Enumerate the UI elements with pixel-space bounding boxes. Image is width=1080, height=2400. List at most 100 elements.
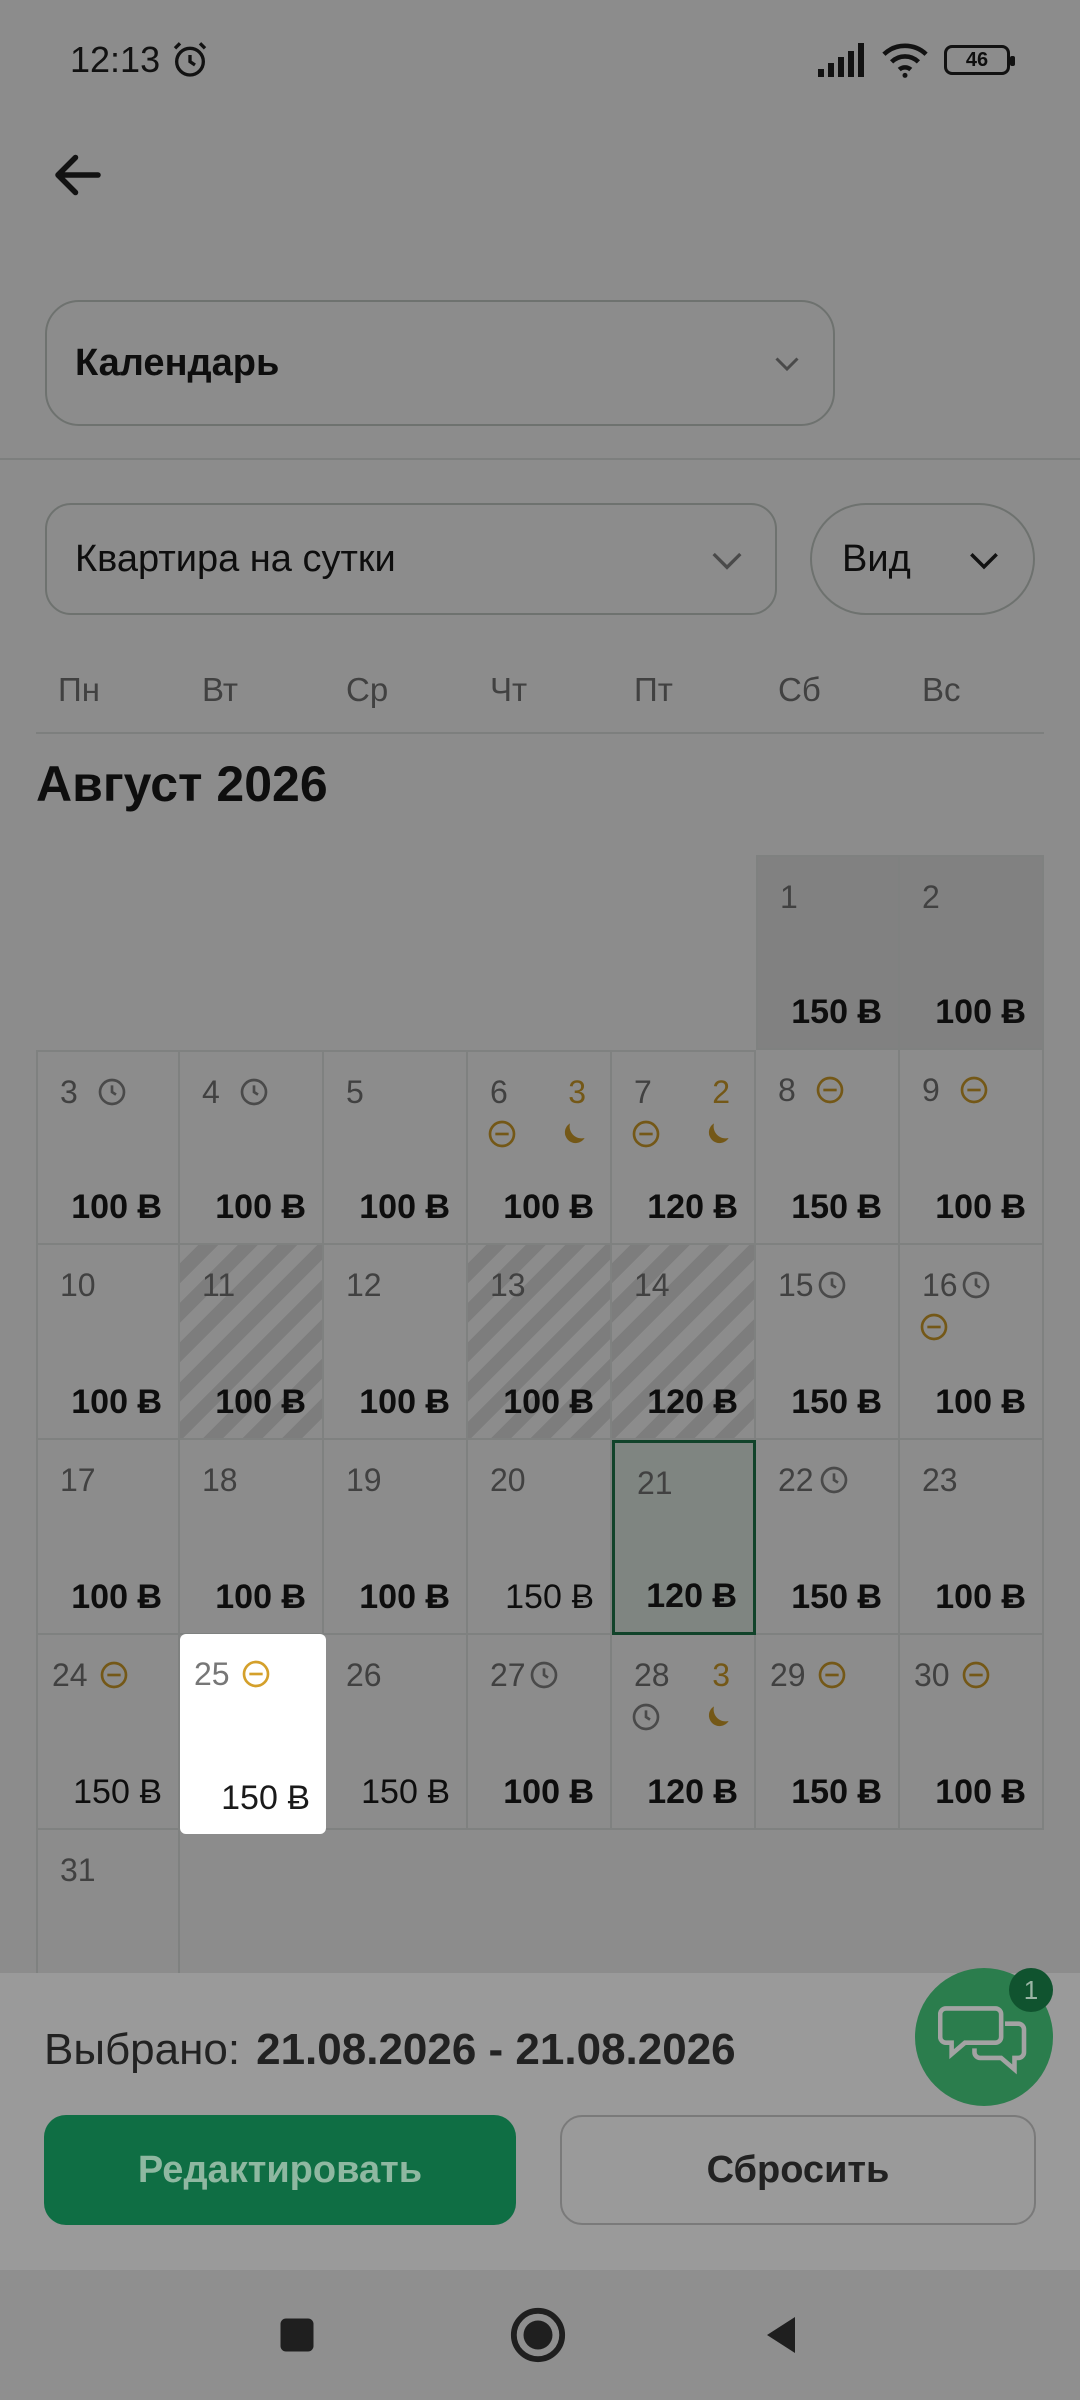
day-number: 30 <box>914 1657 950 1693</box>
empty-cell <box>468 855 612 1050</box>
calendar-mode-dropdown[interactable]: Календарь <box>45 300 835 426</box>
empty-cell <box>324 855 468 1050</box>
day-price: 100 Ƀ <box>935 1188 1026 1226</box>
day-cell-9[interactable]: 9 100 Ƀ <box>900 1050 1044 1245</box>
day-cell-24[interactable]: 24 150 Ƀ <box>36 1635 180 1830</box>
day-cell-3[interactable]: 3 100 Ƀ <box>36 1050 180 1245</box>
day-number: 1 <box>780 879 798 915</box>
empty-cell <box>36 855 180 1050</box>
empty-cell <box>612 855 756 1050</box>
nights-count: 3 <box>568 1074 586 1110</box>
day-cell-11[interactable]: 11 100 Ƀ <box>180 1245 324 1440</box>
day-cell-2[interactable]: 2 100 Ƀ <box>900 855 1044 1050</box>
day-cell-19[interactable]: 19 100 Ƀ <box>324 1440 468 1635</box>
day-cell-6[interactable]: 6 3 100 Ƀ <box>468 1050 612 1245</box>
home-icon[interactable] <box>509 2306 567 2364</box>
day-cell-10[interactable]: 10 100 Ƀ <box>36 1245 180 1440</box>
weekday-label: Ср <box>346 671 389 708</box>
day-number: 10 <box>60 1267 96 1303</box>
view-label: Вид <box>842 537 911 580</box>
day-number: 25 <box>194 1656 230 1692</box>
day-number: 17 <box>60 1462 96 1498</box>
clock-icon <box>632 1703 660 1731</box>
clock-time: 12:13 <box>70 39 161 80</box>
day-price: 150 Ƀ <box>791 1578 882 1616</box>
day-number: 15 <box>778 1267 814 1303</box>
day-cell-17[interactable]: 17 100 Ƀ <box>36 1440 180 1635</box>
day-cell-30[interactable]: 30 100 Ƀ <box>900 1635 1044 1830</box>
day-price: 100 Ƀ <box>359 1578 450 1616</box>
weekday-label: Сб <box>778 671 821 708</box>
reset-button[interactable]: Сбросить <box>560 2115 1036 2225</box>
day-number: 29 <box>770 1657 806 1693</box>
day-number: 16 <box>922 1267 958 1303</box>
day-price: 100 Ƀ <box>935 993 1026 1031</box>
day-number: 5 <box>346 1074 364 1110</box>
back-button[interactable] <box>48 145 108 205</box>
nights-count: 3 <box>712 1657 730 1693</box>
blocked-icon <box>632 1120 660 1148</box>
day-cell-28[interactable]: 28 3 120 Ƀ <box>612 1635 756 1830</box>
day-number: 21 <box>637 1465 673 1501</box>
day-cell-21[interactable]: 21 120 Ƀ <box>612 1440 756 1635</box>
clock-icon <box>820 1466 848 1494</box>
property-dropdown[interactable]: Квартира на сутки <box>45 503 777 615</box>
recent-apps-icon[interactable] <box>275 2313 319 2357</box>
chat-button[interactable]: 1 <box>915 1968 1053 2106</box>
blocked-icon <box>488 1120 516 1148</box>
day-cell-22[interactable]: 22 150 Ƀ <box>756 1440 900 1635</box>
day-number: 23 <box>922 1462 958 1498</box>
blocked-icon <box>920 1313 948 1341</box>
day-number: 9 <box>922 1072 940 1108</box>
day-cell-16[interactable]: 16 100 Ƀ <box>900 1245 1044 1440</box>
day-price: 150 Ƀ <box>791 1773 882 1811</box>
day-number: 20 <box>490 1462 526 1498</box>
day-cell-18[interactable]: 18 100 Ƀ <box>180 1440 324 1635</box>
day-cell-4[interactable]: 4 100 Ƀ <box>180 1050 324 1245</box>
empty-cell <box>180 855 324 1050</box>
day-cell-1[interactable]: 1 150 Ƀ <box>756 855 900 1050</box>
day-cell-27[interactable]: 27 100 Ƀ <box>468 1635 612 1830</box>
day-price: 100 Ƀ <box>935 1383 1026 1421</box>
day-cell-7[interactable]: 7 2 120 Ƀ <box>612 1050 756 1245</box>
day-cell-8[interactable]: 8 150 Ƀ <box>756 1050 900 1245</box>
back-nav-icon[interactable] <box>757 2311 805 2359</box>
blocked-icon <box>818 1661 846 1689</box>
edit-button-label: Редактировать <box>137 2148 423 2191</box>
day-price: 120 Ƀ <box>647 1383 738 1421</box>
day-cell-26[interactable]: 26 150 Ƀ <box>324 1635 468 1830</box>
day-cell-23[interactable]: 23 100 Ƀ <box>900 1440 1044 1635</box>
day-price: 100 Ƀ <box>359 1383 450 1421</box>
day-cell-14[interactable]: 14 120 Ƀ <box>612 1245 756 1440</box>
day-number: 28 <box>634 1657 670 1693</box>
clock-icon <box>98 1078 126 1106</box>
blocked-icon <box>242 1660 270 1688</box>
day-price: 150 Ƀ <box>73 1773 162 1811</box>
day-cell-12[interactable]: 12 100 Ƀ <box>324 1245 468 1440</box>
day-cell-15[interactable]: 15 150 Ƀ <box>756 1245 900 1440</box>
edit-button[interactable]: Редактировать <box>44 2115 516 2225</box>
day-number: 7 <box>634 1074 652 1110</box>
battery-icon: 46 <box>944 45 1015 75</box>
day-number: 2 <box>922 879 940 915</box>
weekday-label: Чт <box>490 671 528 708</box>
day-number: 26 <box>346 1657 382 1693</box>
day-cell-29[interactable]: 29 150 Ƀ <box>756 1635 900 1830</box>
weekday-label: Пн <box>58 671 100 708</box>
day-price: 100 Ƀ <box>215 1383 306 1421</box>
day-cell-13[interactable]: 13 100 Ƀ <box>468 1245 612 1440</box>
day-price: 100 Ƀ <box>935 1578 1026 1616</box>
day-number: 31 <box>60 1852 96 1888</box>
day-price: 100 Ƀ <box>503 1773 594 1811</box>
day-price: 100 Ƀ <box>215 1578 306 1616</box>
day-cell-20[interactable]: 20 150 Ƀ <box>468 1440 612 1635</box>
day-number: 22 <box>778 1462 814 1498</box>
signal-icon <box>818 43 864 77</box>
day-number: 8 <box>778 1072 796 1108</box>
day-price: 100 Ƀ <box>503 1383 594 1421</box>
view-dropdown[interactable]: Вид <box>810 503 1035 615</box>
day-number: 6 <box>490 1074 508 1110</box>
wifi-icon <box>882 43 928 78</box>
day-cell-5[interactable]: 5 100 Ƀ <box>324 1050 468 1245</box>
highlighted-day-25[interactable]: 25 150 Ƀ <box>180 1634 326 1834</box>
